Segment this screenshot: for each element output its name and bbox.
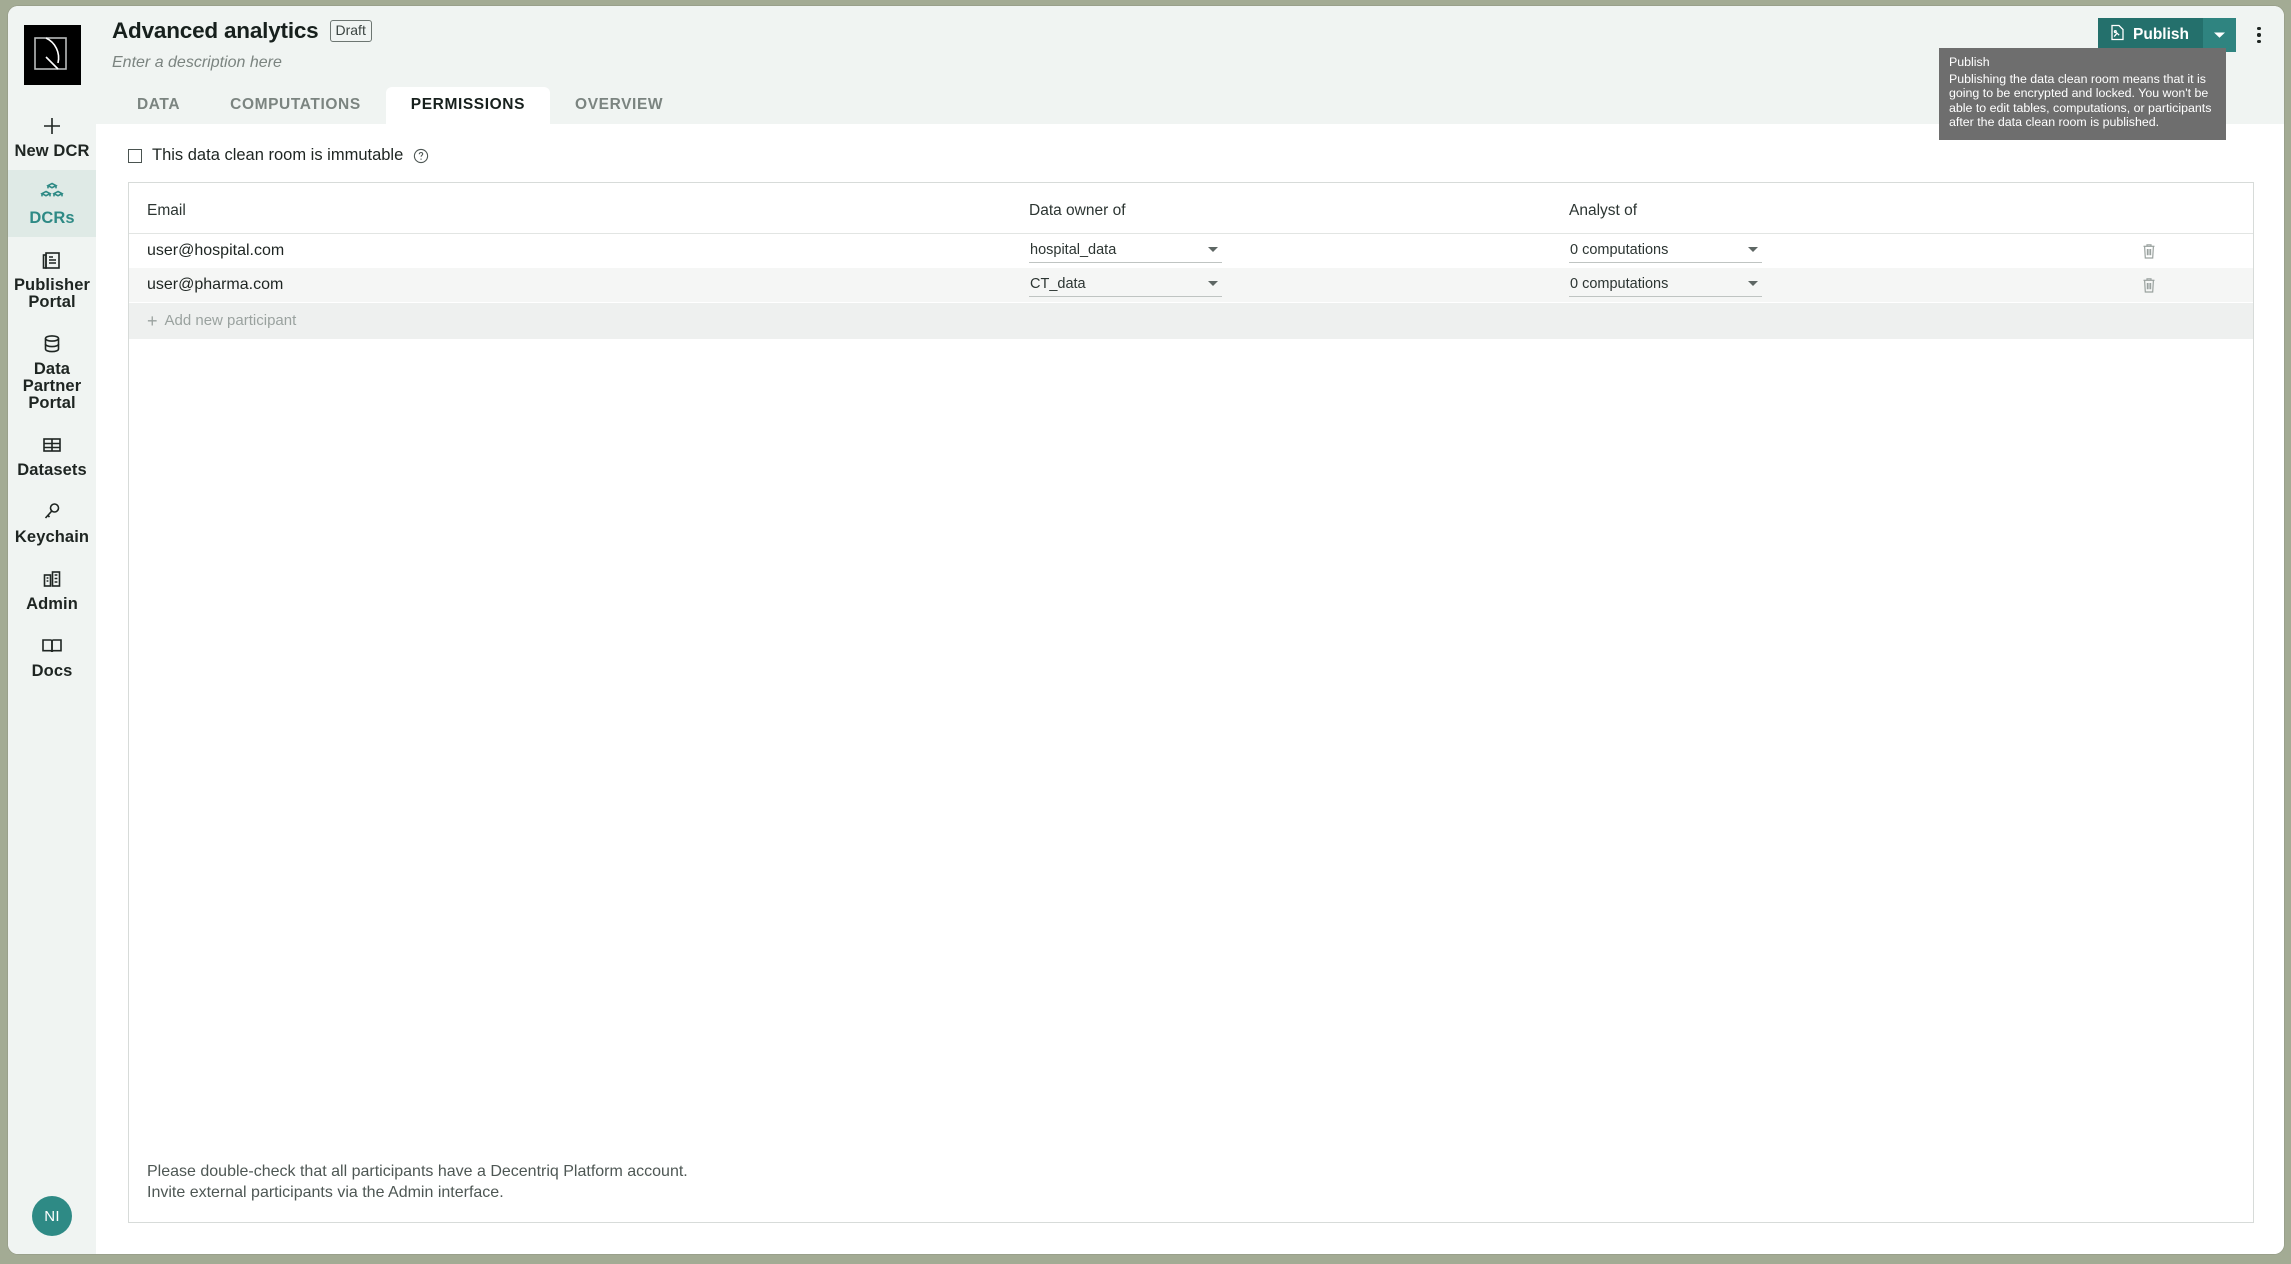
chevron-down-icon <box>1208 247 1218 252</box>
page-title: Advanced analytics <box>112 18 319 43</box>
sidebar-item-label: Datasets <box>17 461 87 479</box>
participants-panel: Email Data owner of Analyst of user@hosp… <box>128 182 2254 1223</box>
chevron-down-icon <box>1748 247 1758 252</box>
analyst-select-value: 0 computations <box>1570 275 1669 292</box>
newspaper-icon <box>41 247 63 273</box>
avatar-initials: NI <box>44 1207 60 1225</box>
sidebar-item-label: Data Partner Portal <box>22 360 82 412</box>
sidebar-item-keychain[interactable]: Keychain <box>8 489 96 556</box>
kebab-dot <box>2257 26 2261 31</box>
table-row: user@hospital.com hospital_data 0 comput… <box>129 234 2253 268</box>
cell-data-owner-of: CT_data <box>1029 268 1569 302</box>
chevron-down-icon <box>1208 281 1218 286</box>
footer-note-line1: Please double-check that all participant… <box>147 1163 688 1180</box>
participants-table: Email Data owner of Analyst of user@hosp… <box>129 183 2253 303</box>
app-window: New DCR DCRs Publisher Portal Data Partn… <box>8 6 2284 1254</box>
document-icon <box>2110 24 2125 46</box>
column-header-data-owner-of: Data owner of <box>1029 183 1569 234</box>
table-header-row: Email Data owner of Analyst of <box>129 183 2253 234</box>
logo-mark-icon <box>34 37 67 70</box>
cell-email: user@hospital.com <box>147 241 285 259</box>
delete-participant-button[interactable] <box>2141 242 2253 260</box>
cell-analyst-of: 0 computations <box>1569 268 2133 302</box>
cell-data-owner-of: hospital_data <box>1029 234 1569 268</box>
title-row: Advanced analytics Draft <box>96 18 2284 44</box>
chevron-down-icon <box>2213 26 2226 44</box>
cell-actions <box>2133 234 2253 268</box>
kebab-dot <box>2257 33 2261 37</box>
tooltip-title: Publish <box>1949 55 1990 69</box>
decentriq-logo[interactable] <box>23 25 81 85</box>
delete-participant-button[interactable] <box>2141 276 2253 294</box>
cell-actions <box>2133 268 2253 302</box>
question-circle-icon[interactable] <box>413 148 429 164</box>
table-row: user@pharma.com CT_data 0 computations <box>129 267 2253 302</box>
cubes-icon <box>40 180 64 206</box>
permissions-panel: This data clean room is immutable Email … <box>96 124 2284 1254</box>
sidebar-item-label: Docs <box>31 662 73 680</box>
table-icon <box>41 432 63 458</box>
footer-note: Please double-check that all participant… <box>129 1161 2253 1222</box>
column-header-email: Email <box>129 183 1029 234</box>
publish-dropdown-toggle[interactable] <box>2203 18 2236 52</box>
tab-bar: DATA COMPUTATIONS PERMISSIONS OVERVIEW <box>96 87 688 124</box>
analyst-select-value: 0 computations <box>1570 241 1669 258</box>
cell-email: user@pharma.com <box>147 275 284 293</box>
publish-button-group: Publish <box>2098 18 2236 52</box>
avatar[interactable]: NI <box>32 1196 72 1236</box>
tooltip-body: Publishing the data clean room means tha… <box>1949 71 2212 130</box>
data-owner-select[interactable]: hospital_data <box>1029 239 1222 263</box>
data-owner-select-value: CT_data <box>1030 275 1086 292</box>
sidebar-item-label: Keychain <box>14 528 90 546</box>
publish-button[interactable]: Publish <box>2098 18 2203 52</box>
immutable-label: This data clean room is immutable <box>152 146 404 164</box>
sidebar-item-new-dcr[interactable]: New DCR <box>8 103 96 170</box>
sidebar-item-docs[interactable]: Docs <box>8 623 96 690</box>
add-new-participant-button[interactable]: + Add new participant <box>129 303 2253 339</box>
sidebar-item-label: DCRs <box>29 209 75 227</box>
analyst-select[interactable]: 0 computations <box>1569 239 1762 263</box>
analyst-select[interactable]: 0 computations <box>1569 273 1762 297</box>
immutable-row: This data clean room is immutable <box>112 138 2254 165</box>
tab-overview[interactable]: OVERVIEW <box>550 87 688 124</box>
sidebar-item-datasets[interactable]: Datasets <box>8 422 96 489</box>
immutable-checkbox[interactable] <box>128 148 142 163</box>
main-area: Advanced analytics Draft Enter a descrip… <box>96 6 2284 1254</box>
data-owner-select[interactable]: CT_data <box>1029 273 1222 297</box>
book-icon <box>40 633 64 659</box>
sidebar-item-admin[interactable]: Admin <box>8 556 96 623</box>
status-badge: Draft <box>329 20 372 42</box>
sidebar-item-label: Admin <box>26 595 78 613</box>
sidebar-item-publisher-portal[interactable]: Publisher Portal <box>8 237 96 321</box>
column-header-analyst-of: Analyst of <box>1569 183 2133 234</box>
column-header-actions <box>2133 183 2253 234</box>
plus-icon <box>41 113 63 139</box>
plus-icon: + <box>147 310 158 331</box>
sidebar-item-dcrs[interactable]: DCRs <box>8 170 96 237</box>
tab-computations[interactable]: COMPUTATIONS <box>205 87 386 124</box>
sidebar-item-data-partner-portal[interactable]: Data Partner Portal <box>8 321 96 422</box>
sidebar-item-label: Publisher Portal <box>13 276 91 311</box>
tab-data[interactable]: DATA <box>112 87 205 124</box>
buildings-icon <box>41 566 63 592</box>
data-owner-select-value: hospital_data <box>1030 241 1117 258</box>
chevron-down-icon <box>1748 281 1758 286</box>
add-new-participant-label: Add new participant <box>164 312 297 329</box>
database-icon <box>41 331 63 357</box>
kebab-dot <box>2257 39 2261 44</box>
key-icon <box>41 499 63 525</box>
footer-note-line2: Invite external participants via the Adm… <box>147 1184 504 1201</box>
top-header: Advanced analytics Draft Enter a descrip… <box>96 6 2284 140</box>
publish-tooltip: Publish Publishing the data clean room m… <box>1939 48 2226 140</box>
more-vertical-icon[interactable] <box>2246 18 2272 52</box>
publish-button-label: Publish <box>2133 26 2189 43</box>
sidebar: New DCR DCRs Publisher Portal Data Partn… <box>8 6 96 1254</box>
cell-analyst-of: 0 computations <box>1569 234 2133 268</box>
tab-permissions[interactable]: PERMISSIONS <box>385 87 551 124</box>
sidebar-item-label: New DCR <box>14 142 90 160</box>
